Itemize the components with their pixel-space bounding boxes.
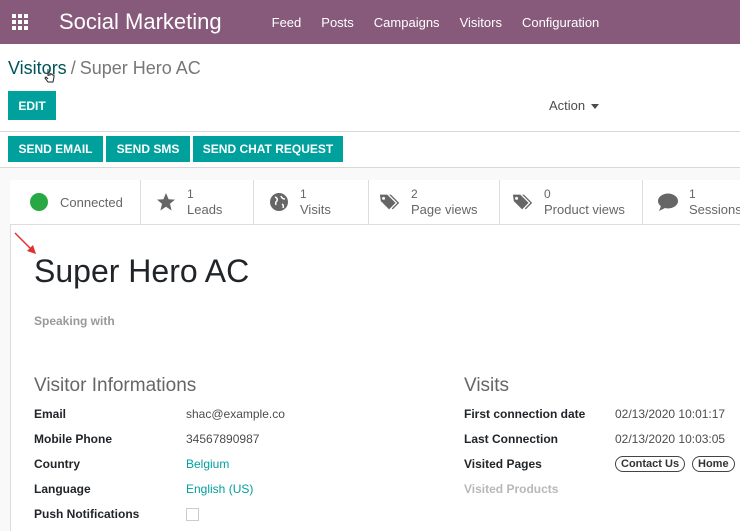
breadcrumb-separator: / bbox=[70, 58, 76, 78]
tags-icon bbox=[512, 191, 534, 213]
visited-pages-label: Visited Pages bbox=[464, 457, 542, 471]
status-dot-icon bbox=[30, 193, 48, 211]
app-title: Social Marketing bbox=[59, 9, 222, 34]
email-label: Email bbox=[34, 407, 67, 421]
email-value[interactable]: shac@example.co bbox=[186, 407, 285, 421]
first-connection-value: 02/13/2020 10:01:17 bbox=[615, 407, 726, 421]
last-connection-label: Last Connection bbox=[464, 432, 559, 446]
visited-page-tag[interactable]: Contact Us bbox=[615, 456, 686, 472]
breadcrumb-current: Super Hero AC bbox=[79, 58, 201, 78]
visits-group-title: Visits bbox=[464, 375, 510, 396]
page-views-count: 2 bbox=[411, 187, 418, 201]
stat-buttons-bar: Connected 1 Leads 1 Visits 2 Page views 0 Pr… bbox=[10, 180, 740, 225]
form-header: SEND EMAIL SEND SMS SEND CHAT REQUEST bbox=[0, 132, 740, 168]
country-label: Country bbox=[34, 457, 80, 471]
visitor-info-title: Visitor Informations bbox=[34, 375, 197, 396]
leads-stat-button[interactable]: 1 Leads bbox=[141, 180, 254, 224]
visited-products-label: Visited Products bbox=[464, 482, 559, 496]
first-connection-label: First connection date bbox=[464, 407, 586, 421]
language-label: Language bbox=[34, 482, 91, 496]
edit-button[interactable]: EDIT bbox=[8, 91, 56, 120]
hand-cursor-icon bbox=[44, 69, 55, 83]
action-label: Action bbox=[549, 98, 586, 113]
caret-down-icon bbox=[591, 104, 600, 110]
sessions-count: 1 bbox=[689, 187, 696, 201]
last-connection-value: 02/13/2020 10:03:05 bbox=[615, 432, 726, 446]
menu-campaigns[interactable]: Campaigns bbox=[364, 15, 450, 30]
apps-menu-icon[interactable] bbox=[0, 0, 40, 44]
leads-count: 1 bbox=[187, 187, 194, 201]
control-panel: Visitors / Super Hero AC EDIT Action bbox=[0, 44, 740, 132]
send-email-button[interactable]: SEND EMAIL bbox=[8, 136, 103, 162]
send-chat-request-button[interactable]: SEND CHAT REQUEST bbox=[193, 136, 343, 162]
product-views-stat-button[interactable]: 0 Product views bbox=[500, 180, 643, 224]
menu-feed[interactable]: Feed bbox=[262, 15, 312, 30]
star-icon bbox=[155, 191, 177, 213]
page-views-stat-button[interactable]: 2 Page views bbox=[369, 180, 500, 224]
mobile-label: Mobile Phone bbox=[34, 432, 112, 446]
leads-label: Leads bbox=[187, 202, 223, 217]
send-sms-button[interactable]: SEND SMS bbox=[106, 136, 190, 162]
visits-label: Visits bbox=[300, 202, 331, 217]
comment-icon bbox=[657, 191, 679, 213]
page-views-label: Page views bbox=[411, 202, 478, 217]
action-dropdown[interactable]: Action bbox=[549, 98, 600, 113]
connected-status-button[interactable]: Connected bbox=[10, 180, 141, 224]
product-views-label: Product views bbox=[544, 202, 625, 217]
globe-icon bbox=[268, 191, 290, 213]
country-link[interactable]: Belgium bbox=[186, 457, 229, 471]
breadcrumb: Visitors / Super Hero AC bbox=[8, 58, 201, 79]
language-link[interactable]: English (US) bbox=[186, 482, 253, 496]
breadcrumb-visitors-link[interactable]: Visitors bbox=[8, 58, 67, 78]
visited-page-tag[interactable]: Home bbox=[692, 456, 735, 472]
visits-count: 1 bbox=[300, 187, 307, 201]
product-views-count: 0 bbox=[544, 187, 551, 201]
speaking-with-label: Speaking with bbox=[34, 314, 115, 328]
menu-visitors[interactable]: Visitors bbox=[450, 15, 512, 30]
mobile-value[interactable]: 34567890987 bbox=[186, 432, 259, 446]
tags-icon bbox=[379, 191, 401, 213]
top-navbar: Social Marketing Feed Posts Campaigns Vi… bbox=[0, 0, 740, 44]
connected-label: Connected bbox=[60, 194, 123, 210]
push-notifications-checkbox[interactable] bbox=[186, 508, 199, 521]
push-notifications-label: Push Notifications bbox=[34, 507, 140, 521]
sessions-label: Sessions bbox=[689, 202, 740, 217]
visits-stat-button[interactable]: 1 Visits bbox=[254, 180, 369, 224]
sessions-stat-button[interactable]: 1 Sessions bbox=[643, 180, 740, 224]
menu-posts[interactable]: Posts bbox=[311, 15, 364, 30]
menu-configuration[interactable]: Configuration bbox=[512, 15, 609, 30]
form-sheet bbox=[10, 180, 740, 531]
record-title: Super Hero AC bbox=[34, 253, 250, 289]
